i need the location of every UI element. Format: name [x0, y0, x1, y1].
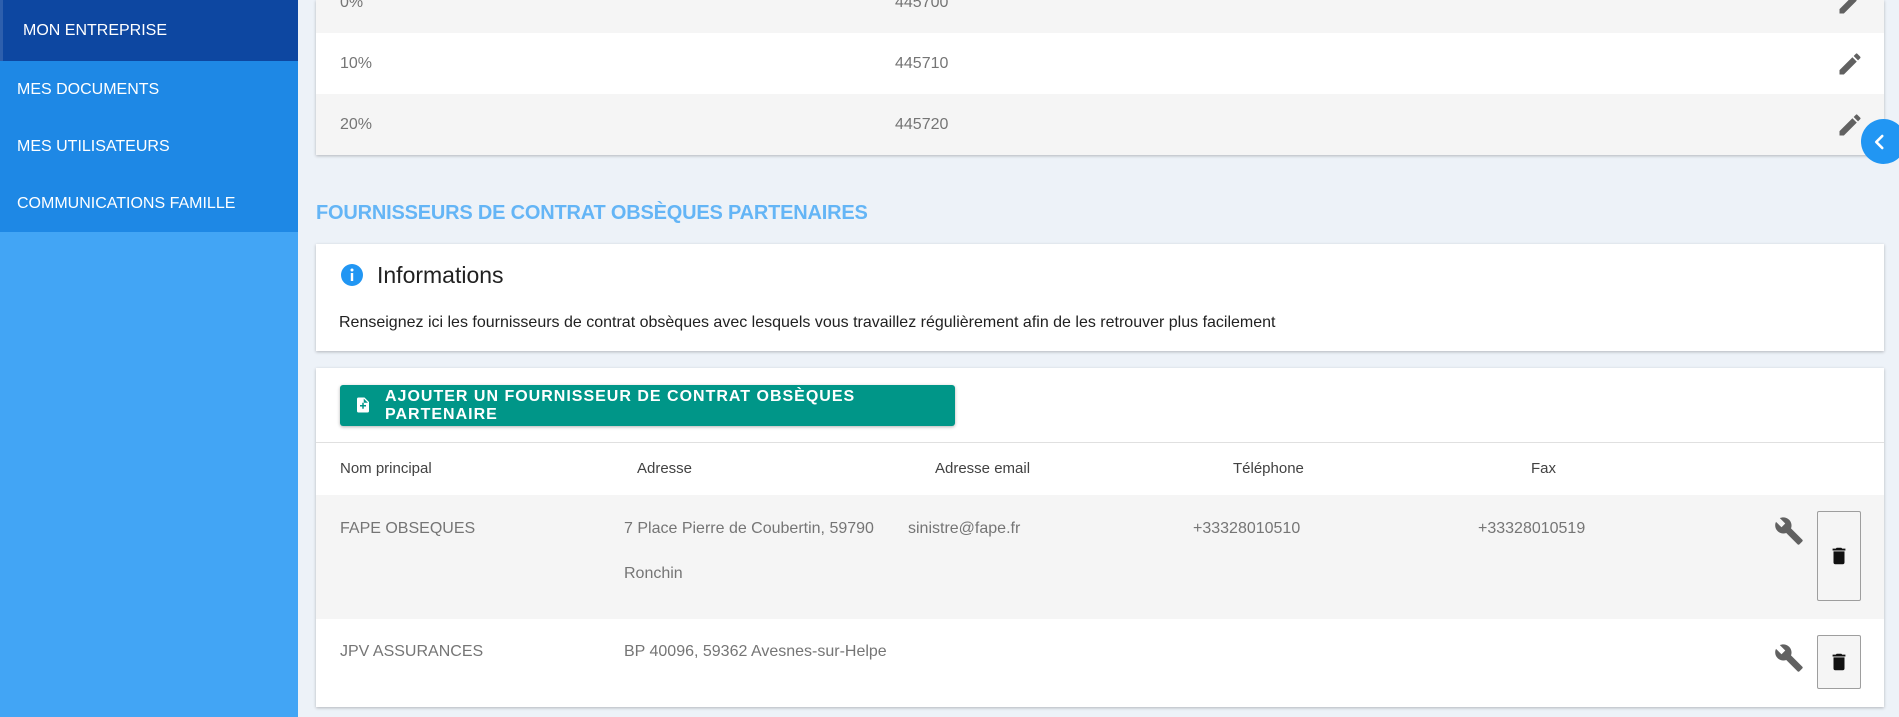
vat-rate: 20%	[340, 115, 373, 133]
column-header-name[interactable]: Nom principal	[340, 460, 432, 477]
vat-rate: 10%	[340, 54, 373, 72]
provider-phone: +33328010510	[1193, 520, 1301, 537]
sidebar-item-communications-famille[interactable]: COMMUNICATIONS FAMILLE	[0, 175, 298, 232]
column-header-phone[interactable]: Téléphone	[1233, 460, 1304, 477]
table-row: 20% 445720	[316, 94, 1884, 155]
vat-rate: 0%	[340, 0, 364, 11]
add-provider-button[interactable]: AJOUTER UN FOURNISSEUR DE CONTRAT OBSÈQU…	[340, 385, 955, 426]
add-provider-label: AJOUTER UN FOURNISSEUR DE CONTRAT OBSÈQU…	[385, 387, 856, 423]
table-row: 10% 445710	[316, 33, 1884, 94]
pencil-icon[interactable]	[1836, 111, 1864, 139]
provider-name: FAPE OBSEQUES	[340, 520, 476, 537]
sidebar-item-mes-utilisateurs[interactable]: MES UTILISATEURS	[0, 118, 298, 175]
provider-fax: +33328010519	[1478, 520, 1586, 537]
provider-address-line2: Ronchin	[624, 565, 683, 582]
sidebar: MON ENTREPRISE MES DOCUMENTS MES UTILISA…	[0, 0, 298, 717]
divider	[316, 442, 1884, 443]
column-header-fax[interactable]: Fax	[1531, 460, 1556, 477]
trash-icon	[1832, 547, 1846, 565]
sidebar-item-mon-entreprise[interactable]: MON ENTREPRISE	[0, 0, 298, 61]
trash-icon	[1832, 653, 1846, 671]
file-plus-icon	[357, 397, 369, 413]
sidebar-item-mes-documents[interactable]: MES DOCUMENTS	[0, 61, 298, 118]
provider-email: sinistre@fape.fr	[908, 520, 1021, 537]
chevron-left-icon	[1874, 134, 1884, 149]
collapse-panel-button[interactable]	[1861, 119, 1899, 164]
vat-account: 445720	[895, 115, 949, 133]
sidebar-item-label: MON ENTREPRISE	[23, 21, 168, 39]
column-header-email[interactable]: Adresse email	[935, 460, 1030, 477]
vat-account: 445710	[895, 54, 949, 72]
delete-button[interactable]	[1817, 635, 1861, 689]
sidebar-item-label: COMMUNICATIONS FAMILLE	[17, 194, 236, 212]
table-row: FAPE OBSEQUES 7 Place Pierre de Couberti…	[316, 495, 1884, 619]
info-title: Informations	[377, 262, 504, 288]
info-icon	[341, 264, 363, 286]
vat-account: 445700	[895, 0, 949, 11]
provider-name: JPV ASSURANCES	[340, 643, 484, 660]
delete-button[interactable]	[1817, 511, 1861, 601]
pencil-icon[interactable]	[1836, 50, 1864, 78]
wrench-icon[interactable]	[1774, 643, 1804, 673]
table-row: JPV ASSURANCES BP 40096, 59362 Avesnes-s…	[316, 619, 1884, 698]
vat-table: 0% 445700 10% 445710 20% 445720	[316, 0, 1884, 155]
info-text: Renseignez ici les fournisseurs de contr…	[339, 314, 1276, 331]
column-header-address[interactable]: Adresse	[637, 460, 692, 477]
info-card: Informations Renseignez ici les fourniss…	[316, 244, 1884, 351]
providers-card: AJOUTER UN FOURNISSEUR DE CONTRAT OBSÈQU…	[316, 368, 1884, 707]
sidebar-item-label: MES DOCUMENTS	[17, 80, 160, 98]
pencil-icon[interactable]	[1836, 0, 1864, 17]
provider-address-line1: 7 Place Pierre de Coubertin, 59790	[624, 520, 874, 537]
provider-address-line1: BP 40096, 59362 Avesnes-sur-Helpe	[624, 643, 887, 660]
section-title: FOURNISSEURS DE CONTRAT OBSÈQUES PARTENA…	[316, 202, 868, 224]
wrench-icon[interactable]	[1774, 516, 1804, 546]
table-row: 0% 445700	[316, 0, 1884, 33]
sidebar-menu: MON ENTREPRISE MES DOCUMENTS MES UTILISA…	[0, 0, 298, 232]
sidebar-item-label: MES UTILISATEURS	[17, 137, 170, 155]
